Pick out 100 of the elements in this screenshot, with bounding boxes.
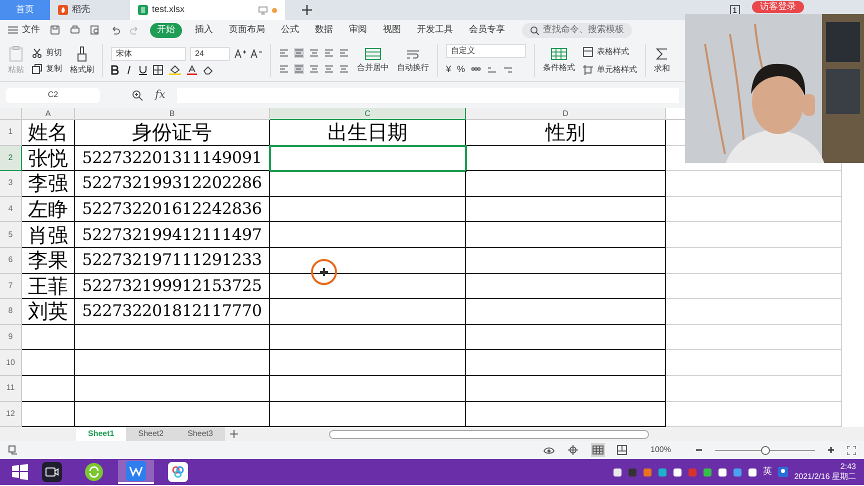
- copy-button[interactable]: 复制: [32, 62, 62, 74]
- align-icon[interactable]: [339, 48, 349, 58]
- clock[interactable]: 2:43 2021/2/16 星期二: [794, 462, 856, 482]
- align-icon[interactable]: [339, 64, 349, 74]
- row-header[interactable]: 6: [0, 248, 22, 274]
- table-cell: 张悦: [22, 146, 75, 172]
- table-cell: 522732199912153725: [75, 274, 270, 300]
- column-header[interactable]: B: [75, 108, 270, 120]
- ribbon-tab[interactable]: 会员专享: [466, 23, 508, 37]
- slider-thumb[interactable]: [761, 446, 770, 455]
- conditional-format-button[interactable]: 条件格式: [543, 40, 575, 81]
- ribbon-tab[interactable]: 数据: [312, 23, 336, 37]
- login-button[interactable]: 访客登录: [752, 1, 804, 13]
- camera-app-icon[interactable]: [42, 462, 62, 482]
- eye-icon[interactable]: [542, 446, 555, 455]
- align-icon[interactable]: [309, 48, 319, 58]
- sheet-tab[interactable]: Sheet3: [176, 427, 225, 442]
- ribbon-tab[interactable]: 公式: [278, 23, 302, 37]
- align-icon[interactable]: [294, 64, 304, 74]
- font-size-field[interactable]: 24: [190, 46, 230, 60]
- sheet-tab[interactable]: Sheet2: [126, 427, 176, 442]
- column-header[interactable]: D: [466, 108, 666, 120]
- align-icon[interactable]: [324, 48, 334, 58]
- column-header[interactable]: A: [22, 108, 75, 120]
- align-icon[interactable]: [324, 64, 334, 74]
- row-header[interactable]: 7: [0, 274, 22, 300]
- print-icon[interactable]: [70, 25, 80, 35]
- refresh-app-icon[interactable]: [84, 462, 104, 482]
- ribbon-tab[interactable]: 审阅: [346, 23, 370, 37]
- sum-button[interactable]: 求和: [654, 40, 670, 81]
- number-format-field[interactable]: 自定义: [446, 44, 526, 58]
- preview-icon[interactable]: [90, 25, 100, 35]
- wps-app-icon[interactable]: [126, 461, 146, 482]
- increase-decimal-icon[interactable]: [487, 66, 498, 74]
- ribbon-tab[interactable]: 视图: [380, 23, 404, 37]
- row-header[interactable]: 2: [0, 146, 22, 172]
- function-label[interactable]: fx: [155, 86, 166, 104]
- table-cell: 身份证号: [75, 120, 270, 146]
- crosshair-icon[interactable]: [566, 445, 579, 456]
- name-box[interactable]: C2: [6, 88, 100, 102]
- row-header[interactable]: 12: [0, 402, 22, 428]
- search-field[interactable]: 查找命令、搜索模板: [522, 22, 632, 38]
- column-header[interactable]: C: [270, 108, 466, 120]
- document-tab[interactable]: test.xlsx: [130, 0, 285, 20]
- font-field[interactable]: 宋体: [111, 46, 186, 60]
- table-cell: 522732201612242836: [75, 196, 270, 222]
- row-header[interactable]: 3: [0, 171, 22, 197]
- row-header[interactable]: 4: [0, 196, 22, 222]
- menu-icon: [8, 26, 18, 34]
- file-menu[interactable]: 文件: [8, 23, 40, 37]
- table-style-icon: [583, 46, 593, 56]
- macro-icon[interactable]: [8, 445, 18, 456]
- merge-center-button[interactable]: 合并居中: [357, 40, 389, 81]
- normal-view-icon[interactable]: [590, 443, 605, 458]
- horizontal-scrollbar[interactable]: [328, 430, 649, 439]
- zoom-in-icon[interactable]: [827, 446, 835, 454]
- cloud-rings-app-icon[interactable]: [168, 462, 188, 482]
- align-icon[interactable]: [309, 64, 319, 74]
- row-header[interactable]: 8: [0, 299, 22, 325]
- zoom-icon[interactable]: [132, 90, 143, 100]
- wrap-text-button[interactable]: 自动换行: [397, 40, 429, 81]
- italic-icon[interactable]: [125, 64, 133, 74]
- row-header[interactable]: 5: [0, 222, 22, 248]
- ribbon-tab[interactable]: 开发工具: [414, 23, 456, 37]
- ribbon-tab[interactable]: 页面布局: [226, 23, 268, 37]
- ribbon-tab[interactable]: 插入: [192, 23, 216, 37]
- table-style-button[interactable]: 表格样式: [583, 46, 637, 58]
- row-header[interactable]: 10: [0, 350, 22, 376]
- row-header[interactable]: 9: [0, 324, 22, 350]
- font-color-icon[interactable]: [187, 64, 197, 74]
- underline-icon[interactable]: [139, 64, 147, 74]
- save-icon[interactable]: [50, 25, 60, 35]
- percent-button[interactable]: %: [457, 63, 466, 77]
- user-tray-icon[interactable]: [778, 467, 788, 478]
- undo-icon[interactable]: [110, 25, 120, 35]
- input-method-indicator[interactable]: 英: [763, 465, 772, 479]
- align-icon[interactable]: [279, 64, 289, 74]
- align-icon[interactable]: [294, 48, 304, 58]
- align-icon[interactable]: [279, 48, 289, 58]
- grow-font-icon[interactable]: [234, 48, 246, 58]
- currency-button[interactable]: ¥: [446, 63, 452, 77]
- format-painter-button[interactable]: 格式刷: [70, 46, 94, 76]
- bold-icon[interactable]: [111, 64, 119, 74]
- cut-button[interactable]: 剪切: [32, 46, 62, 58]
- row-header[interactable]: 1: [0, 120, 22, 146]
- windows-logo-icon[interactable]: [12, 464, 28, 480]
- fullscreen-icon[interactable]: [847, 446, 856, 455]
- active-cell[interactable]: [270, 146, 466, 172]
- add-tab-icon[interactable]: [301, 4, 313, 16]
- cell-style-button[interactable]: 单元格样式: [583, 64, 637, 76]
- eraser-icon[interactable]: [203, 64, 213, 74]
- page-view-icon[interactable]: [616, 445, 627, 456]
- add-sheet-icon[interactable]: [228, 429, 239, 440]
- fill-color-icon[interactable]: [169, 64, 181, 74]
- row-header[interactable]: 11: [0, 376, 22, 402]
- shrink-font-icon[interactable]: [250, 48, 262, 58]
- zoom-level[interactable]: 100%: [650, 444, 671, 456]
- sigma-icon: [655, 46, 669, 60]
- decrease-decimal-icon[interactable]: [503, 66, 514, 74]
- border-icon[interactable]: [153, 64, 163, 74]
